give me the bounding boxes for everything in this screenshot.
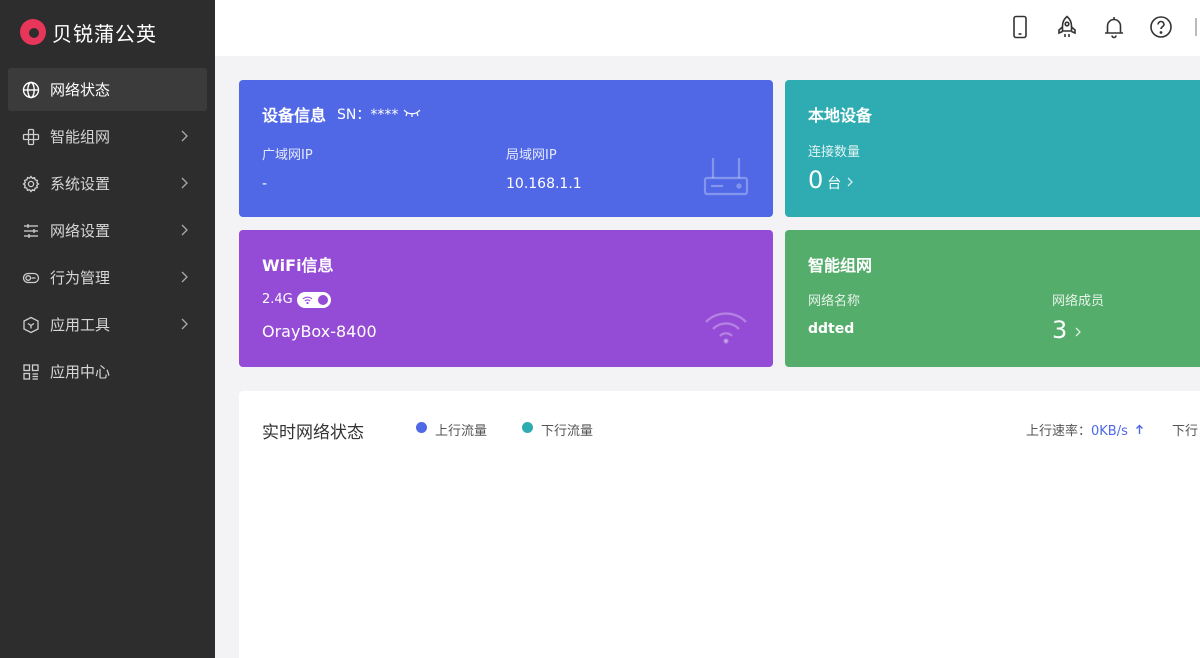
chevron-right-icon xyxy=(181,224,188,236)
sidebar-item-smart-mesh[interactable]: 智能组网 xyxy=(8,115,207,158)
lan-ip-label: 局域网IP xyxy=(506,148,557,163)
upload-rate-label: 上行速率： xyxy=(1026,424,1092,439)
connection-count-value: 0 xyxy=(808,166,824,194)
mesh-network-icon xyxy=(22,128,40,146)
sidebar-nav: 网络状态 智能组网 系统设置 网络设置 行为管理 应用工具 应用中心 xyxy=(0,68,215,393)
chevron-right-icon xyxy=(181,130,188,142)
serial-number: SN：**** xyxy=(337,107,399,123)
upload-rate: 上行速率：0KB/s xyxy=(1026,420,1144,439)
wan-ip-label: 广域网IP xyxy=(262,148,313,163)
arrow-up-icon xyxy=(1136,424,1144,434)
lan-ip-value: 10.168.1.1 xyxy=(506,176,582,192)
sidebar-item-label: 应用工具 xyxy=(50,316,111,334)
header-divider xyxy=(1195,18,1197,36)
globe-icon xyxy=(22,81,40,99)
device-info-card: 设备信息 SN：**** 广域网IP - 局域网IP 10.168.1.1 xyxy=(239,80,773,217)
sidebar-item-label: 网络状态 xyxy=(50,81,111,99)
realtime-status-title: 实时网络状态 xyxy=(262,423,364,443)
network-name-value: ddted xyxy=(808,321,855,337)
legend-up-dot xyxy=(416,422,427,433)
local-devices-card: 本地设备 连接数量 0 台 xyxy=(785,80,1200,217)
wifi-toggle[interactable] xyxy=(297,292,331,308)
wifi-band: 2.4G xyxy=(262,292,293,307)
sidebar-item-label: 系统设置 xyxy=(50,175,111,193)
sliders-icon xyxy=(22,222,40,240)
wifi-info-title: WiFi信息 xyxy=(262,256,334,275)
network-members-label: 网络成员 xyxy=(1052,294,1105,309)
connection-count-link[interactable]: 0 台 xyxy=(808,166,855,194)
help-icon[interactable] xyxy=(1148,14,1174,40)
eye-closed-icon[interactable] xyxy=(403,108,421,118)
smart-mesh-title: 智能组网 xyxy=(808,256,873,275)
toggle-knob xyxy=(318,295,328,305)
sidebar: 贝锐蒲公英 网络状态 智能组网 系统设置 网络设置 行为管理 应用工具 应用中心 xyxy=(0,0,215,658)
sidebar-item-network-settings[interactable]: 网络设置 xyxy=(8,209,207,252)
wifi-icon xyxy=(705,312,747,344)
chevron-right-icon xyxy=(1075,327,1082,337)
chevron-right-icon xyxy=(847,177,854,187)
mobile-icon[interactable] xyxy=(1007,14,1033,40)
network-name-label: 网络名称 xyxy=(808,294,861,309)
apps-grid-icon xyxy=(22,363,40,381)
sidebar-item-label: 应用中心 xyxy=(50,363,111,381)
sidebar-item-system-settings[interactable]: 系统设置 xyxy=(8,162,207,205)
sidebar-item-label: 行为管理 xyxy=(50,269,111,287)
download-rate-label: 下行 xyxy=(1172,424,1199,439)
network-members-value: 3 xyxy=(1052,316,1068,344)
sidebar-item-app-tools[interactable]: 应用工具 xyxy=(8,303,207,346)
legend-down-dot xyxy=(522,422,533,433)
router-icon xyxy=(703,158,749,196)
chevron-right-icon xyxy=(181,271,188,283)
brand-logo[interactable]: 贝锐蒲公英 xyxy=(0,0,215,64)
device-info-title: 设备信息 xyxy=(262,106,327,125)
wifi-ssid: OrayBox-8400 xyxy=(262,322,377,341)
wan-ip-value: - xyxy=(262,176,268,192)
upload-rate-value: 0KB/s xyxy=(1091,424,1128,439)
box-icon xyxy=(22,316,40,334)
wifi-small-icon xyxy=(302,296,313,305)
brand-logo-icon xyxy=(20,19,46,45)
toggle-icon xyxy=(22,269,40,287)
sidebar-item-behavior-management[interactable]: 行为管理 xyxy=(8,256,207,299)
connection-count-label: 连接数量 xyxy=(808,145,861,160)
connection-count-unit: 台 xyxy=(827,176,842,192)
smart-mesh-card: 智能组网 网络名称 ddted 网络成员 3 xyxy=(785,230,1200,367)
top-header xyxy=(215,0,1200,56)
chevron-right-icon xyxy=(181,177,188,189)
network-members-link[interactable]: 3 xyxy=(1052,316,1083,344)
sidebar-item-label: 网络设置 xyxy=(50,222,111,240)
sidebar-item-label: 智能组网 xyxy=(50,128,111,146)
wifi-info-card: WiFi信息 2.4G OrayBox-8400 xyxy=(239,230,773,367)
chevron-right-icon xyxy=(181,318,188,330)
realtime-status-panel: 实时网络状态 上行流量 下行流量 上行速率：0KB/s 下行 xyxy=(239,391,1200,658)
rocket-icon[interactable] xyxy=(1054,14,1080,40)
legend-up-label[interactable]: 上行流量 xyxy=(435,420,487,439)
bell-icon[interactable] xyxy=(1101,14,1127,40)
gear-icon xyxy=(22,174,40,193)
local-devices-title: 本地设备 xyxy=(808,106,873,125)
sidebar-item-network-status[interactable]: 网络状态 xyxy=(8,68,207,111)
sidebar-item-app-center[interactable]: 应用中心 xyxy=(8,350,207,393)
legend-down-label[interactable]: 下行流量 xyxy=(541,420,593,439)
brand-name: 贝锐蒲公英 xyxy=(52,21,157,46)
